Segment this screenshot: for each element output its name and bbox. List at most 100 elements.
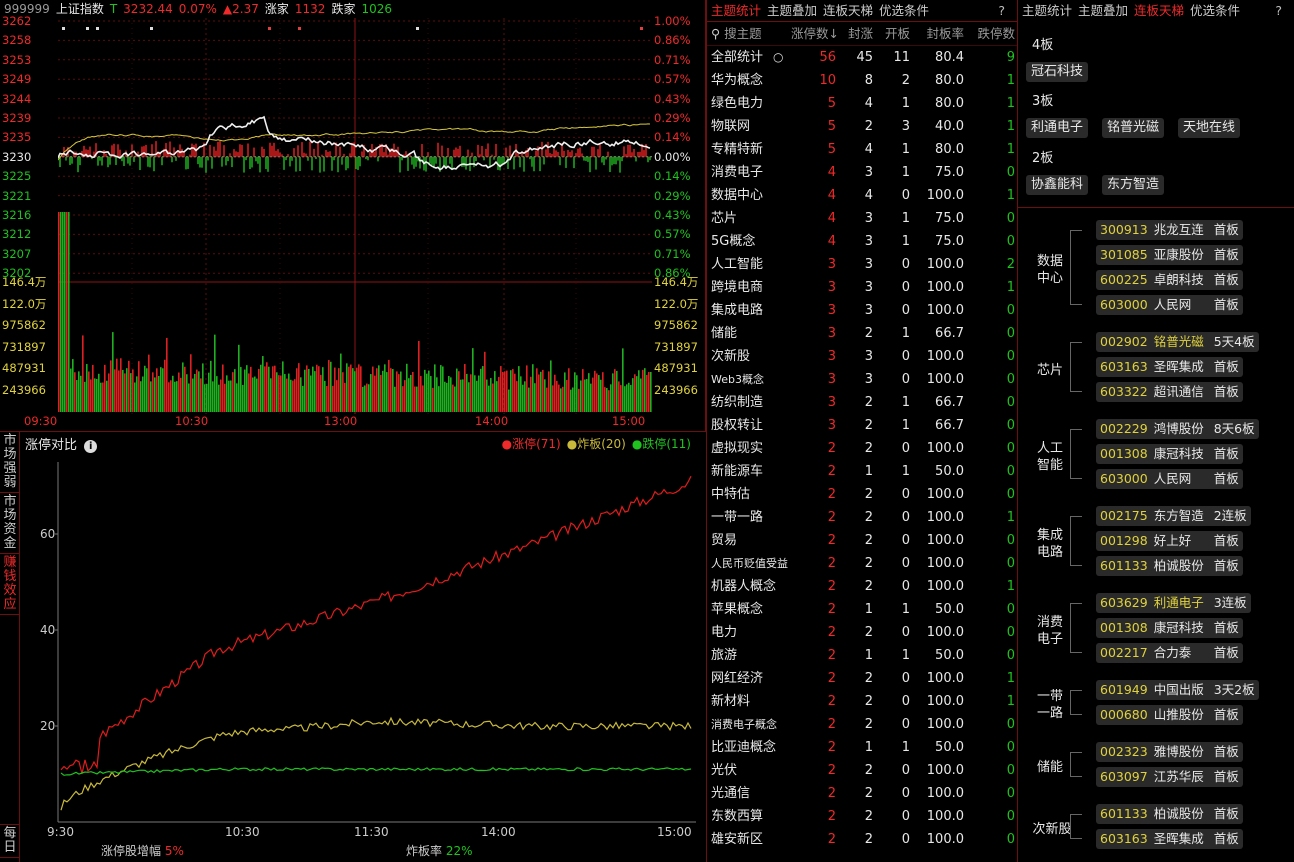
ladder-stock[interactable]: 603322 超讯通信 首板 xyxy=(1096,382,1243,402)
table-row[interactable]: 数据中心 4 4 0 100.0 1 xyxy=(707,184,1017,207)
col-opened[interactable]: 开板 xyxy=(875,22,910,46)
col-sealed[interactable]: 封涨 xyxy=(838,22,873,46)
table-row[interactable]: 跨境电商 3 3 0 100.0 1 xyxy=(707,276,1017,299)
table-row[interactable]: 网红经济 2 2 0 100.0 1 xyxy=(707,667,1017,690)
table-row[interactable]: 新材料 2 2 0 100.0 1 xyxy=(707,690,1017,713)
table-row[interactable]: 纺织制造 3 2 1 66.7 0 xyxy=(707,391,1017,414)
help-icon[interactable]: ? xyxy=(1275,0,1282,22)
ladder-tab-3[interactable]: 优选条件 xyxy=(1190,3,1240,18)
ladder-stock[interactable]: 002323 雅博股份 首板 xyxy=(1096,742,1243,762)
col-limit-up[interactable]: 涨停数↓ xyxy=(791,22,839,46)
legend-item[interactable]: ●涨停(71) xyxy=(502,437,561,451)
table-row[interactable]: 旅游 2 1 1 50.0 0 xyxy=(707,644,1017,667)
side-tab-3[interactable]: 每日 xyxy=(0,824,20,858)
table-row[interactable]: 消费电子概念 2 2 0 100.0 0 xyxy=(707,713,1017,736)
table-row[interactable]: 光通信 2 2 0 100.0 0 xyxy=(707,782,1017,805)
board-stock-chip[interactable]: 协鑫能科 xyxy=(1026,175,1089,195)
volume-tick: 975862 xyxy=(654,318,698,333)
table-row[interactable]: 光伏 2 2 0 100.0 0 xyxy=(707,759,1017,782)
table-row[interactable]: 电力 2 2 0 100.0 0 xyxy=(707,621,1017,644)
table-row[interactable]: 比亚迪概念 2 1 1 50.0 0 xyxy=(707,736,1017,759)
ladder-stock[interactable]: 002175 东方智造 2连板 xyxy=(1096,506,1251,526)
table-row[interactable]: 全部统计 ○ 56 45 11 80.4 9 xyxy=(707,46,1017,69)
volume-bar xyxy=(602,372,604,412)
table-row[interactable]: 绿色电力 5 4 1 80.0 1 xyxy=(707,92,1017,115)
ladder-stock[interactable]: 600225 卓朗科技 首板 xyxy=(1096,270,1243,290)
ladder-stock[interactable]: 603000 人民网 首板 xyxy=(1096,295,1243,315)
ladder-stock[interactable]: 603629 利通电子 3连板 xyxy=(1096,593,1251,613)
ladder-stock[interactable]: 300913 兆龙互连 首板 xyxy=(1096,220,1243,240)
stock-streak: 3连板 xyxy=(1213,595,1247,610)
sealed-count: 2 xyxy=(864,832,873,847)
board-stock-chip[interactable]: 东方智造 xyxy=(1102,175,1165,195)
ladder-stock[interactable]: 001308 康冠科技 首板 xyxy=(1096,618,1243,638)
search-theme[interactable]: ⚲ 搜主题 xyxy=(711,22,791,46)
table-row[interactable]: 芯片 4 3 1 75.0 0 xyxy=(707,207,1017,230)
ladder-stock[interactable]: 603163 圣晖集成 首板 xyxy=(1096,357,1243,377)
ladder-stock[interactable]: 603163 圣晖集成 首板 xyxy=(1096,829,1243,849)
table-row[interactable]: 专精特新 5 4 1 80.0 1 xyxy=(707,138,1017,161)
side-tab-0[interactable]: 市场强弱 xyxy=(0,432,20,493)
table-row[interactable]: 东数西算 2 2 0 100.0 0 xyxy=(707,805,1017,828)
table-row[interactable]: Web3概念 3 3 0 100.0 0 xyxy=(707,368,1017,391)
volume-bar xyxy=(576,375,578,412)
table-row[interactable]: 消费电子 4 3 1 75.0 0 xyxy=(707,161,1017,184)
board-stock-chip[interactable]: 冠石科技 xyxy=(1026,62,1089,82)
board-stock-chip[interactable]: 天地在线 xyxy=(1178,118,1241,138)
ladder-stock[interactable]: 603000 人民网 首板 xyxy=(1096,469,1243,489)
table-row[interactable]: 集成电路 3 3 0 100.0 0 xyxy=(707,299,1017,322)
ladder-stock[interactable]: 001298 好上好 首板 xyxy=(1096,531,1243,551)
table-tab-3[interactable]: 优选条件 xyxy=(879,3,929,18)
side-tab-2[interactable]: 赚钱效应 xyxy=(0,554,20,615)
volume-bar xyxy=(626,384,628,412)
table-tab-0[interactable]: 主题统计 xyxy=(711,3,761,18)
volume-bar xyxy=(506,370,508,412)
legend-item[interactable]: ●炸板(20) xyxy=(567,437,626,451)
ladder-stock[interactable]: 601949 中国出版 3天2板 xyxy=(1096,680,1259,700)
ladder-tab-1[interactable]: 主题叠加 xyxy=(1078,3,1128,18)
side-tab-1[interactable]: 市场资金 xyxy=(0,493,20,554)
table-row[interactable]: 华为概念 10 8 2 80.0 1 xyxy=(707,69,1017,92)
table-row[interactable]: 人民币贬值受益 2 2 0 100.0 0 xyxy=(707,552,1017,575)
ladder-stock[interactable]: 000680 山推股份 首板 xyxy=(1096,705,1243,725)
ladder-stock[interactable]: 002902 铭普光磁 5天4板 xyxy=(1096,332,1259,352)
table-row[interactable]: 虚拟现实 2 2 0 100.0 0 xyxy=(707,437,1017,460)
ladder-stock[interactable]: 001308 康冠科技 首板 xyxy=(1096,444,1243,464)
ladder-stock[interactable]: 301085 亚康股份 首板 xyxy=(1096,245,1243,265)
table-row[interactable]: 物联网 5 2 3 40.0 1 xyxy=(707,115,1017,138)
table-tab-2[interactable]: 连板天梯 xyxy=(823,3,873,18)
table-row[interactable]: 雄安新区 2 2 0 100.0 0 xyxy=(707,828,1017,851)
ladder-tab-0[interactable]: 主题统计 xyxy=(1022,3,1072,18)
board-stock-chip[interactable]: 利通电子 xyxy=(1026,118,1089,138)
table-row[interactable]: 贸易 2 2 0 100.0 0 xyxy=(707,529,1017,552)
table-row[interactable]: 股权转让 3 2 1 66.7 0 xyxy=(707,414,1017,437)
ladder-stock[interactable]: 002217 合力泰 首板 xyxy=(1096,643,1243,663)
board-stock-chip[interactable]: 铭普光磁 xyxy=(1102,118,1165,138)
intraday-chart[interactable]: 999999 上证指数 T 3232.44 0.07% ▲2.37 涨家 1132 跌家 1026… xyxy=(0,0,706,432)
table-row[interactable]: 人工智能 3 3 0 100.0 2 xyxy=(707,253,1017,276)
table-row[interactable]: 储能 3 2 1 66.7 0 xyxy=(707,322,1017,345)
table-row[interactable]: 新能源车 2 1 1 50.0 0 xyxy=(707,460,1017,483)
stock-code: 603629 xyxy=(1100,595,1148,610)
table-tab-1[interactable]: 主题叠加 xyxy=(767,3,817,18)
help-icon[interactable]: ? xyxy=(998,0,1005,22)
volume-bar xyxy=(140,381,142,412)
table-row[interactable]: 一带一路 2 2 0 100.0 1 xyxy=(707,506,1017,529)
ladder-stock[interactable]: 601133 柏诚股份 首板 xyxy=(1096,556,1243,576)
table-row[interactable]: 苹果概念 2 1 1 50.0 0 xyxy=(707,598,1017,621)
table-row[interactable]: 5G概念 4 3 1 75.0 0 xyxy=(707,230,1017,253)
volume-bar xyxy=(558,384,560,412)
legend-item[interactable]: ●跌停(11) xyxy=(632,437,691,451)
table-row[interactable]: 中特估 2 2 0 100.0 0 xyxy=(707,483,1017,506)
stock-code: 603097 xyxy=(1100,769,1148,784)
col-seal-rate[interactable]: 封板率 xyxy=(912,22,964,46)
ladder-stock[interactable]: 002229 鸿博股份 8天6板 xyxy=(1096,419,1259,439)
table-row[interactable]: 次新股 3 3 0 100.0 0 xyxy=(707,345,1017,368)
volume-bar xyxy=(586,379,588,412)
col-limit-down[interactable]: 跌停数 xyxy=(965,22,1015,46)
table-row[interactable]: 机器人概念 2 2 0 100.0 1 xyxy=(707,575,1017,598)
ladder-tab-2[interactable]: 连板天梯 xyxy=(1134,3,1184,18)
theme-name: 专精特新 xyxy=(711,142,764,157)
ladder-stock[interactable]: 603097 江苏华辰 首板 xyxy=(1096,767,1243,787)
ladder-stock[interactable]: 601133 柏诚股份 首板 xyxy=(1096,804,1243,824)
